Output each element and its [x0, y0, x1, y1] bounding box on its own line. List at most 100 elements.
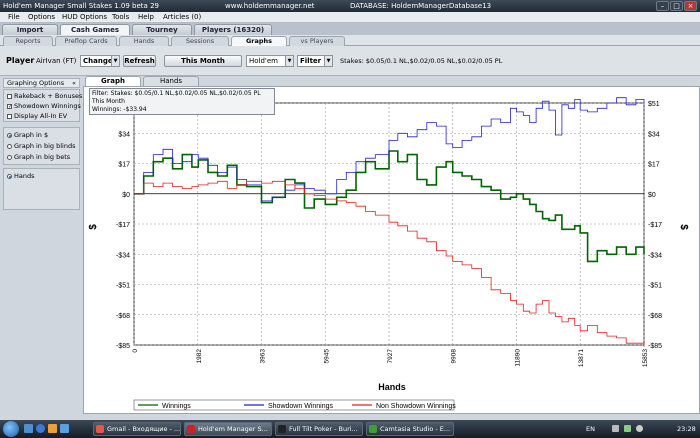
- show-desktop-icon[interactable]: [24, 424, 33, 433]
- player-name: AirIvan (FT): [36, 57, 77, 65]
- clock[interactable]: 23:28: [677, 425, 696, 433]
- menu-hud-options[interactable]: HUD Options: [62, 13, 107, 21]
- tab-graph-hands[interactable]: Hands: [143, 76, 199, 86]
- info-period-text: This Month: [92, 98, 125, 105]
- game-type-value: Hold'em: [249, 57, 278, 65]
- ie-icon[interactable]: [36, 424, 45, 433]
- graph-in-big-bets-radio[interactable]: Graph in big bets: [7, 153, 70, 161]
- menu-articles[interactable]: Articles (0): [163, 13, 201, 21]
- all-in-ev-checkbox[interactable]: Display All-In EV: [7, 112, 67, 120]
- start-button[interactable]: [3, 421, 19, 437]
- stakes-filter-text: Stakes: $0.05/0.1 NL,$0.02/0.05 NL,$0.02…: [340, 57, 503, 65]
- main-tab-strip: Import Cash Games Tourney Players (16320…: [0, 23, 700, 35]
- taskbar-camtasia[interactable]: Camtasia Studio - E...: [366, 422, 454, 436]
- rakeback-checkbox[interactable]: Rakeback + Bonuses: [7, 92, 82, 100]
- graph-unit-radios: Graph in $ Graph in big blinds Graph in …: [3, 127, 80, 165]
- close-button[interactable]: ×: [684, 1, 697, 11]
- sub-tab-strip: Reports Preflop Cards Hands Sessions Gra…: [0, 35, 700, 46]
- x-tick-label: 5945: [323, 349, 330, 364]
- taskbar-full-tilt[interactable]: Full Tilt Poker - Buri...: [275, 422, 363, 436]
- radio-selected-icon: [7, 132, 12, 138]
- checkbox-icon: [7, 93, 12, 99]
- y-axis-label-right: $: [678, 224, 689, 230]
- winnings-chart: -$85 -$85 -$68 -$68 -$51 -$51 -$34 -$34 -$17 -$17…: [88, 97, 689, 411]
- graphing-options-title: Graphing Options: [7, 79, 65, 87]
- graph-in-dollars-radio[interactable]: Graph in $: [7, 131, 48, 139]
- radio-icon: [7, 143, 12, 149]
- chart-legend: Winnings Showdown Winnings Non Showdown Wi…: [133, 399, 456, 411]
- x-axis-hands-radio[interactable]: Hands: [7, 172, 35, 180]
- volume-icon[interactable]: [636, 425, 643, 432]
- game-type-select[interactable]: Hold'em ▼: [246, 55, 294, 67]
- menu-bar: File Options HUD Options Tools Help Arti…: [0, 12, 700, 23]
- graphing-options-header: Graphing Options «: [3, 78, 80, 88]
- tab-preflop-cards[interactable]: Preflop Cards: [55, 36, 117, 46]
- checkbox-icon: [7, 113, 12, 119]
- tab-reports[interactable]: Reports: [3, 36, 53, 46]
- app-title: Hold'em Manager Small Stakes 1.09 beta 2…: [3, 2, 159, 10]
- camtasia-icon: [369, 425, 377, 433]
- change-player-dropdown[interactable]: Change ▼: [80, 55, 120, 67]
- y-tick-label-right: -$68: [648, 313, 662, 320]
- y-tick-label-left: $34: [118, 131, 130, 138]
- taskbar-gmail[interactable]: Gmail - Входящие - ...: [93, 422, 181, 436]
- filter-dropdown[interactable]: Filter ▼: [297, 55, 333, 67]
- x-tick-label: 13871: [578, 349, 585, 367]
- network-icon[interactable]: [624, 425, 631, 432]
- x-axis-label: Hands: [378, 382, 406, 392]
- y-axis-label-left: $: [88, 224, 99, 230]
- menu-options[interactable]: Options: [28, 13, 55, 21]
- rakeback-label: Rakeback + Bonuses: [14, 92, 83, 100]
- tab-graph[interactable]: Graph: [85, 76, 141, 86]
- graph-panel: -$85 -$85 -$68 -$68 -$51 -$51 -$34 -$34 -$17 -$17…: [83, 86, 700, 414]
- tab-vs-players[interactable]: vs Players: [289, 36, 345, 46]
- tray-icon[interactable]: [612, 425, 619, 432]
- x-tick-label: 15853: [642, 349, 649, 367]
- chart-info-box: Filter: Stakes: $0.05/0.1 NL,$0.02/0.05 …: [89, 88, 275, 115]
- collapse-icon[interactable]: «: [72, 79, 76, 87]
- holdem-manager-icon: [187, 425, 195, 433]
- taskbar-full-tilt-label: Full Tilt Poker - Buri...: [289, 425, 358, 433]
- language-indicator[interactable]: EN: [586, 425, 595, 433]
- refresh-button[interactable]: Refresh: [123, 55, 156, 67]
- checkmark-icon: ✓: [7, 103, 13, 110]
- tab-players[interactable]: Players (16320): [194, 24, 272, 35]
- y-tick-label-right: -$34: [648, 252, 662, 259]
- tab-graphs[interactable]: Graphs: [231, 36, 287, 46]
- showdown-winnings-label: Showdown Winnings: [14, 102, 81, 110]
- menu-help[interactable]: Help: [138, 13, 154, 21]
- y-tick-label-left: -$68: [116, 313, 130, 320]
- tab-hands[interactable]: Hands: [119, 36, 169, 46]
- windows-taskbar: Gmail - Входящие - ... Hold'em Manager S…: [0, 420, 700, 438]
- info-winnings-text: Winnings: -$33.94: [92, 106, 147, 113]
- x-tick-label: 0: [132, 349, 139, 353]
- this-month-button[interactable]: This Month: [164, 55, 242, 67]
- tab-import[interactable]: Import: [2, 24, 58, 35]
- menu-file[interactable]: File: [8, 13, 20, 21]
- x-axis-options: Hands: [3, 168, 80, 210]
- website-link[interactable]: www.holdemmanager.net: [225, 2, 315, 10]
- legend-label: Showdown Winnings: [268, 403, 333, 410]
- y-tick-label-left: $0: [122, 192, 130, 199]
- showdown-winnings-checkbox[interactable]: ✓ Showdown Winnings: [7, 102, 81, 110]
- full-tilt-icon: [278, 425, 286, 433]
- switch-windows-icon[interactable]: [60, 424, 69, 433]
- folder-icon[interactable]: [48, 424, 57, 433]
- x-tick-label: 11890: [515, 349, 522, 367]
- y-tick-label-right: -$51: [648, 283, 662, 290]
- graph-in-big-bets-label: Graph in big bets: [14, 153, 71, 161]
- tab-sessions[interactable]: Sessions: [171, 36, 229, 46]
- minimize-button[interactable]: –: [656, 1, 669, 11]
- chevron-down-icon: ▼: [285, 56, 293, 66]
- y-tick-label-right: $0: [648, 192, 656, 199]
- graph-toolbar: Player AirIvan (FT) Change ▼ Refresh Thi…: [0, 46, 700, 76]
- tab-cash-games[interactable]: Cash Games: [60, 24, 130, 35]
- menu-tools[interactable]: Tools: [112, 13, 129, 21]
- maximize-button[interactable]: □: [670, 1, 683, 11]
- graph-in-big-blinds-radio[interactable]: Graph in big blinds: [7, 142, 76, 150]
- tab-tourney[interactable]: Tourney: [132, 24, 192, 35]
- taskbar-holdem-manager[interactable]: Hold'em Manager S...: [184, 422, 272, 436]
- graph-in-dollars-label: Graph in $: [14, 131, 49, 139]
- x-tick-label: 9908: [451, 349, 458, 364]
- filter-label: Filter: [300, 57, 322, 65]
